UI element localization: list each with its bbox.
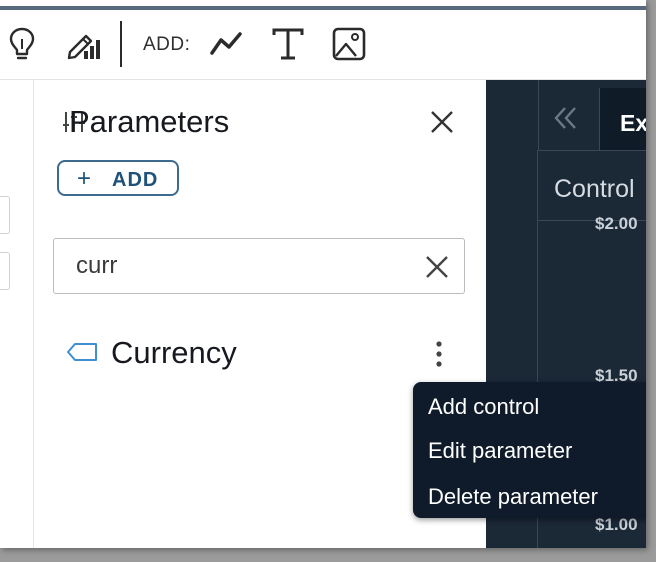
left-side-strip [0, 80, 34, 548]
parameter-name: Currency [111, 335, 237, 370]
add-button-label: ADD [112, 169, 159, 191]
y-tick-label: $1.00 [595, 515, 638, 534]
more-options-icon[interactable] [433, 340, 445, 370]
line-chart-icon[interactable] [209, 30, 245, 58]
parameter-context-menu: Add control Edit parameter Delete parame… [413, 382, 646, 518]
edit-visual-icon[interactable] [66, 26, 102, 62]
search-field-wrapper [53, 238, 465, 294]
text-icon[interactable] [271, 26, 305, 62]
menu-item-edit-parameter[interactable]: Edit parameter [428, 438, 572, 464]
add-parameter-button[interactable]: + ADD [57, 160, 179, 196]
image-icon[interactable] [331, 26, 367, 62]
tab-label: Ex [620, 110, 646, 136]
y-tick-label: $2.00 [595, 214, 638, 233]
menu-item-delete-parameter[interactable]: Delete parameter [428, 484, 598, 510]
screenshot-frame: ADD: Parameters + ADD curr Currency Ex C… [0, 0, 656, 562]
strip-control[interactable] [0, 196, 10, 234]
parameter-tag-icon [67, 343, 97, 361]
add-visual-label: ADD: [143, 34, 191, 55]
double-chevron-left-icon[interactable] [553, 106, 579, 130]
close-icon[interactable] [430, 110, 454, 134]
panel-title: Parameters [69, 104, 230, 139]
clear-search-icon[interactable] [425, 255, 449, 279]
menu-item-add-control[interactable]: Add control [428, 394, 539, 420]
search-input[interactable] [76, 251, 396, 281]
plus-icon: + [77, 165, 93, 192]
lightbulb-icon[interactable] [8, 26, 36, 62]
tab-explore[interactable]: Ex [599, 88, 646, 150]
controls-label: Control [554, 175, 635, 203]
toolbar-divider [120, 21, 122, 67]
strip-control[interactable] [0, 252, 10, 290]
app-window: ADD: Parameters + ADD curr Currency Ex C… [0, 0, 646, 548]
controls-section[interactable]: Control [537, 150, 646, 221]
toolbar: ADD: [0, 10, 646, 80]
